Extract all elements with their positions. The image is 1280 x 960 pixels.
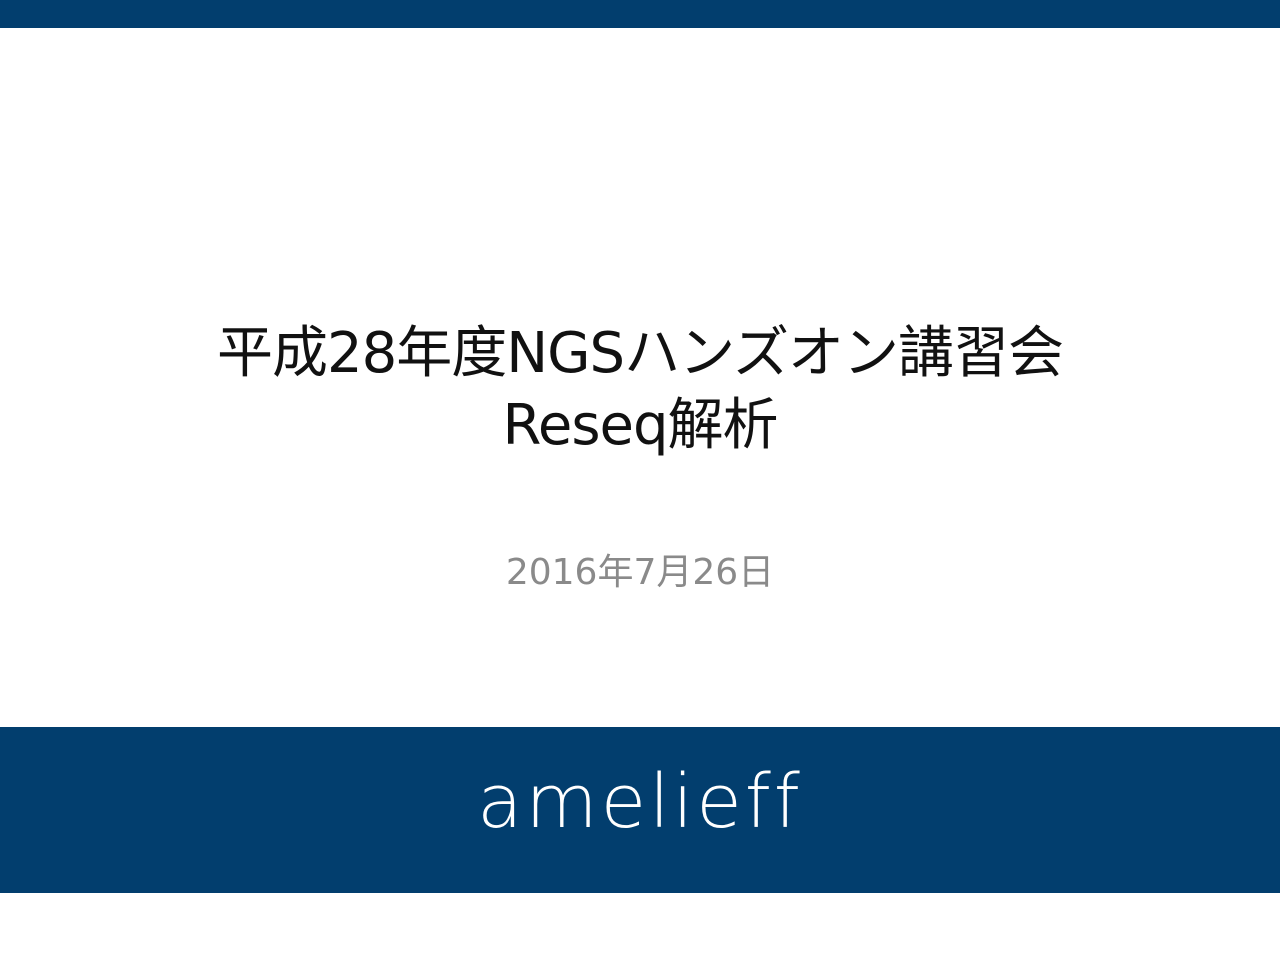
brand-logo: amelieff xyxy=(477,759,803,845)
slide-title: 平成28年度NGSハンズオン講習会 Reseq解析 xyxy=(0,318,1280,462)
slide-date: 2016年7月26日 xyxy=(505,552,775,593)
title-line-2: Reseq解析 xyxy=(502,393,778,458)
title-line-1: 平成28年度NGSハンズオン講習会 xyxy=(217,321,1064,386)
slide: 平成28年度NGSハンズオン講習会 Reseq解析 2016年7月26日 ame… xyxy=(0,0,1280,960)
top-accent-bar xyxy=(0,0,1280,28)
